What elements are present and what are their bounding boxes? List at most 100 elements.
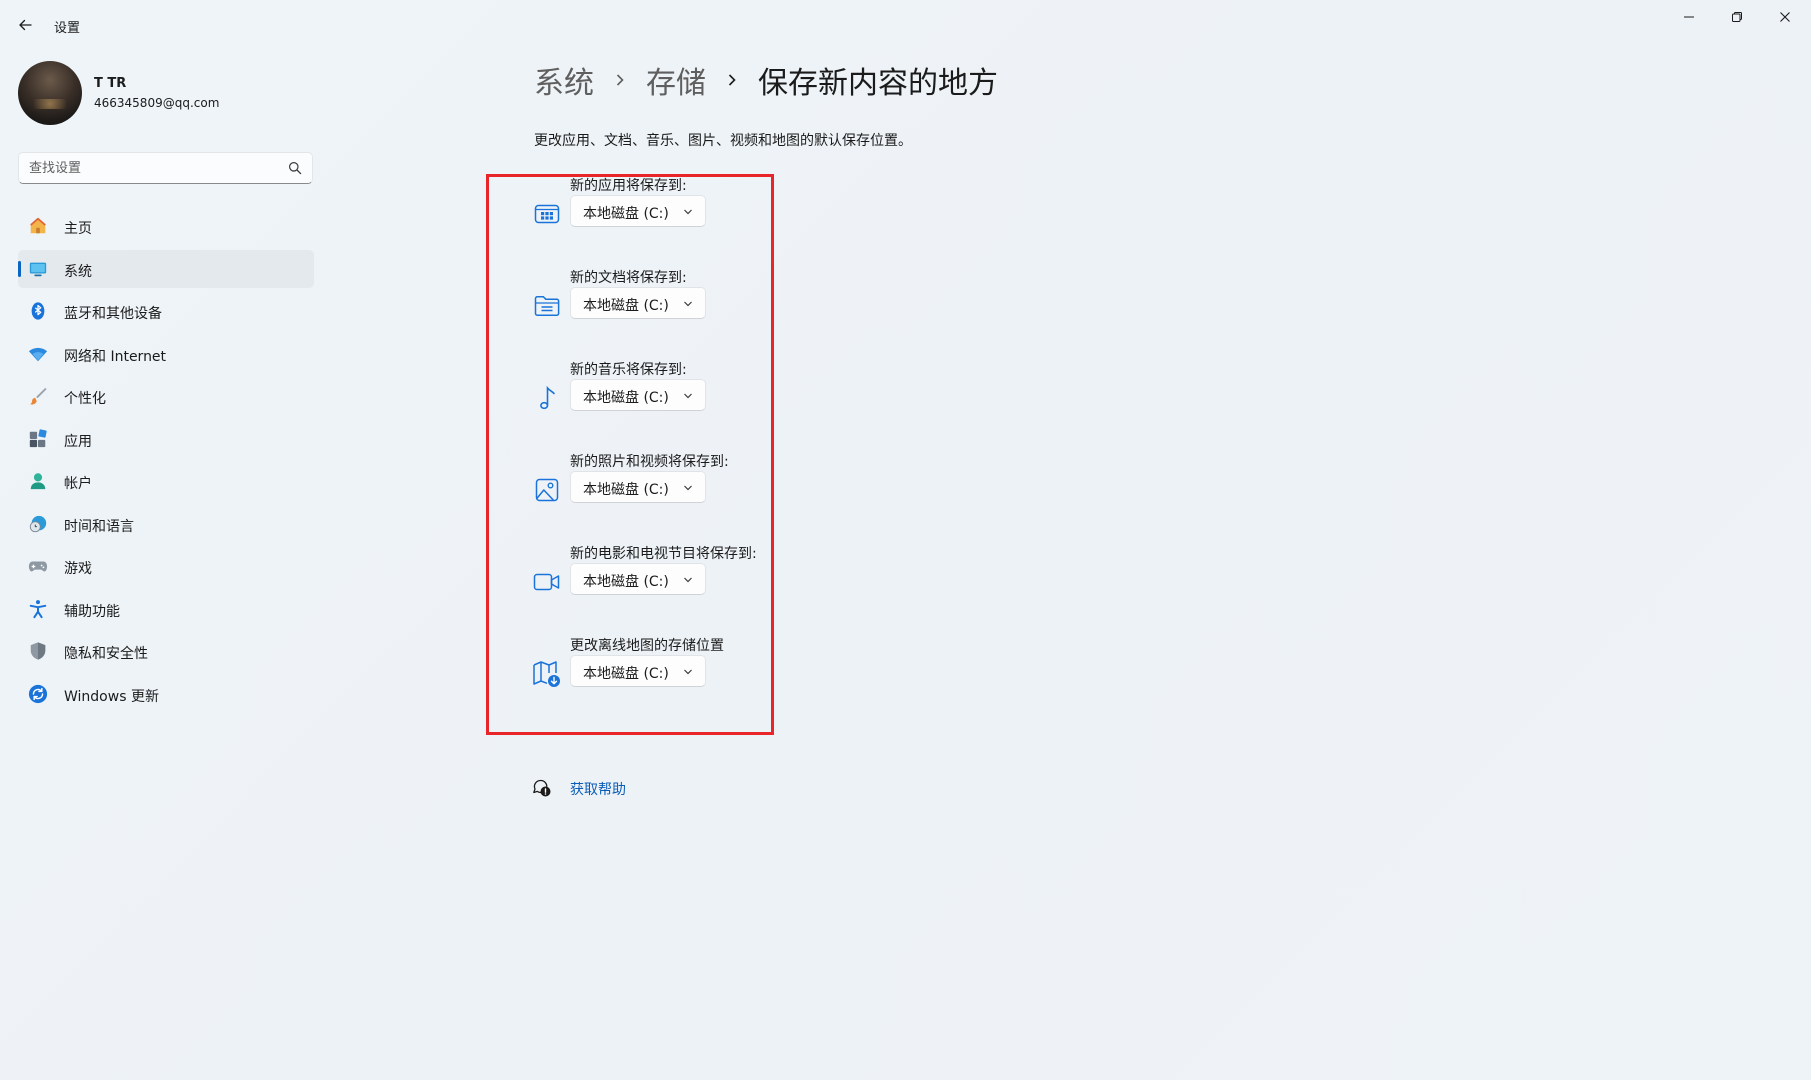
offline-maps-location-dropdown[interactable]: 本地磁盘 (C:) (570, 655, 706, 687)
back-button[interactable] (12, 12, 38, 38)
apps-location-dropdown[interactable]: 本地磁盘 (C:) (570, 195, 706, 227)
setting-movies-tv-location: 新的电影和电视节目将保存到: 本地磁盘 (C:) (532, 543, 792, 609)
sidebar-item-label: 系统 (64, 263, 92, 280)
sidebar-item-label: 时间和语言 (64, 518, 134, 535)
close-button[interactable] (1761, 0, 1809, 34)
breadcrumb-storage[interactable]: 存储 (646, 58, 706, 102)
setting-label: 新的电影和电视节目将保存到: (570, 546, 757, 562)
restore-icon (1732, 12, 1742, 22)
sidebar-item-label: 应用 (64, 433, 92, 450)
photo-icon (532, 475, 562, 505)
dropdown-value: 本地磁盘 (C:) (583, 298, 669, 314)
folder-icon (532, 291, 562, 321)
maximize-button[interactable] (1713, 0, 1761, 34)
get-help-link[interactable]: 获取帮助 (570, 779, 626, 799)
movies-tv-location-dropdown[interactable]: 本地磁盘 (C:) (570, 563, 706, 595)
sidebar-item-label: Windows 更新 (64, 688, 159, 705)
profile-email: 466345809@qq.com (94, 96, 220, 110)
search-box[interactable] (18, 152, 313, 184)
sidebar-item-accessibility[interactable]: 辅助功能 (18, 590, 314, 628)
map-download-icon (532, 659, 562, 689)
sidebar-item-time-language[interactable]: 时间和语言 (18, 505, 314, 543)
breadcrumb-system[interactable]: 系统 (534, 58, 594, 102)
sidebar-item-home[interactable]: 主页 (18, 207, 314, 245)
sidebar-item-windows-update[interactable]: Windows 更新 (18, 675, 314, 713)
sidebar-nav: 主页 系统 蓝牙和其他设备 网络和 Internet 个性化 应用 帐户 时间和… (18, 207, 314, 717)
help-icon (533, 779, 551, 797)
music-note-icon (532, 383, 562, 413)
app-title: 设置 (54, 21, 81, 36)
title-bar: 设置 (0, 0, 1811, 48)
setting-photos-videos-location: 新的照片和视频将保存到: 本地磁盘 (C:) (532, 451, 792, 517)
sidebar-item-label: 游戏 (64, 561, 92, 577)
gamepad-icon (28, 556, 48, 576)
search-input[interactable] (29, 153, 269, 183)
chevron-down-icon (684, 577, 692, 583)
dropdown-value: 本地磁盘 (C:) (583, 390, 669, 406)
setting-documents-location: 新的文档将保存到: 本地磁盘 (C:) (532, 267, 792, 333)
sidebar-item-network[interactable]: 网络和 Internet (18, 335, 314, 373)
system-icon (28, 259, 48, 279)
setting-offline-maps-location: 更改离线地图的存储位置 本地磁盘 (C:) (532, 635, 792, 701)
profile-name: T TR (94, 76, 127, 91)
chevron-down-icon (684, 301, 692, 307)
page-title: 保存新内容的地方 (758, 66, 998, 101)
dropdown-value: 本地磁盘 (C:) (583, 666, 669, 682)
chevron-down-icon (684, 485, 692, 491)
account-icon (28, 471, 48, 491)
sidebar-item-system[interactable]: 系统 (18, 249, 314, 288)
page-description: 更改应用、文档、音乐、图片、视频和地图的默认保存位置。 (534, 133, 912, 149)
settings-window: 设置 T TR 466345809@qq.com 查找设置 主页 系统 蓝牙和其… (0, 0, 1811, 1080)
sidebar-item-label: 辅助功能 (64, 603, 120, 620)
apps-icon (28, 428, 48, 449)
sidebar-item-accounts[interactable]: 帐户 (18, 462, 314, 500)
chevron-down-icon (684, 209, 692, 215)
accessibility-icon (28, 599, 48, 619)
sidebar-item-personalization[interactable]: 个性化 (18, 377, 314, 415)
sidebar-item-label: 帐户 (64, 476, 92, 492)
minimize-button[interactable] (1665, 0, 1713, 34)
sidebar-item-apps[interactable]: 应用 (18, 420, 314, 458)
home-icon (28, 216, 48, 236)
sidebar-item-privacy[interactable]: 隐私和安全性 (18, 632, 314, 670)
sidebar-item-bluetooth[interactable]: 蓝牙和其他设备 (18, 292, 314, 330)
sidebar-item-label: 蓝牙和其他设备 (64, 306, 162, 322)
search-icon[interactable] (288, 161, 302, 175)
sidebar-item-gaming[interactable]: 游戏 (18, 547, 314, 585)
sidebar-item-label: 网络和 Internet (64, 348, 167, 365)
setting-label: 新的应用将保存到: (570, 178, 687, 194)
user-profile[interactable]: T TR 466345809@qq.com (18, 61, 318, 127)
chevron-right-icon (706, 73, 758, 87)
chevron-right-icon (594, 73, 646, 87)
update-icon (28, 684, 48, 704)
photos-videos-location-dropdown[interactable]: 本地磁盘 (C:) (570, 471, 706, 503)
minimize-icon (1684, 16, 1694, 18)
sidebar-item-label: 主页 (64, 221, 92, 237)
setting-label: 新的文档将保存到: (570, 270, 687, 286)
time-language-icon (28, 514, 48, 534)
close-icon (1780, 12, 1790, 22)
sidebar-item-label: 隐私和安全性 (64, 646, 148, 662)
video-camera-icon (532, 567, 562, 597)
setting-label: 新的照片和视频将保存到: (570, 454, 729, 470)
chevron-down-icon (684, 393, 692, 399)
avatar (18, 61, 82, 125)
setting-label: 更改离线地图的存储位置 (570, 638, 724, 654)
apps-storage-icon (532, 199, 562, 229)
breadcrumb: 系统 存储 保存新内容的地方 (534, 58, 998, 102)
dropdown-value: 本地磁盘 (C:) (583, 482, 669, 498)
sidebar-item-label: 个性化 (64, 391, 106, 407)
setting-music-location: 新的音乐将保存到: 本地磁盘 (C:) (532, 359, 792, 425)
setting-apps-location: 新的应用将保存到: 本地磁盘 (C:) (532, 175, 792, 241)
music-location-dropdown[interactable]: 本地磁盘 (C:) (570, 379, 706, 411)
brush-icon (28, 386, 48, 406)
back-arrow-icon (19, 19, 32, 31)
documents-location-dropdown[interactable]: 本地磁盘 (C:) (570, 287, 706, 319)
dropdown-value: 本地磁盘 (C:) (583, 574, 669, 590)
bluetooth-icon (28, 301, 48, 321)
shield-icon (28, 641, 48, 661)
get-help[interactable]: 获取帮助 (532, 776, 626, 800)
chevron-down-icon (684, 669, 692, 675)
dropdown-value: 本地磁盘 (C:) (583, 206, 669, 222)
wifi-icon (28, 344, 48, 364)
